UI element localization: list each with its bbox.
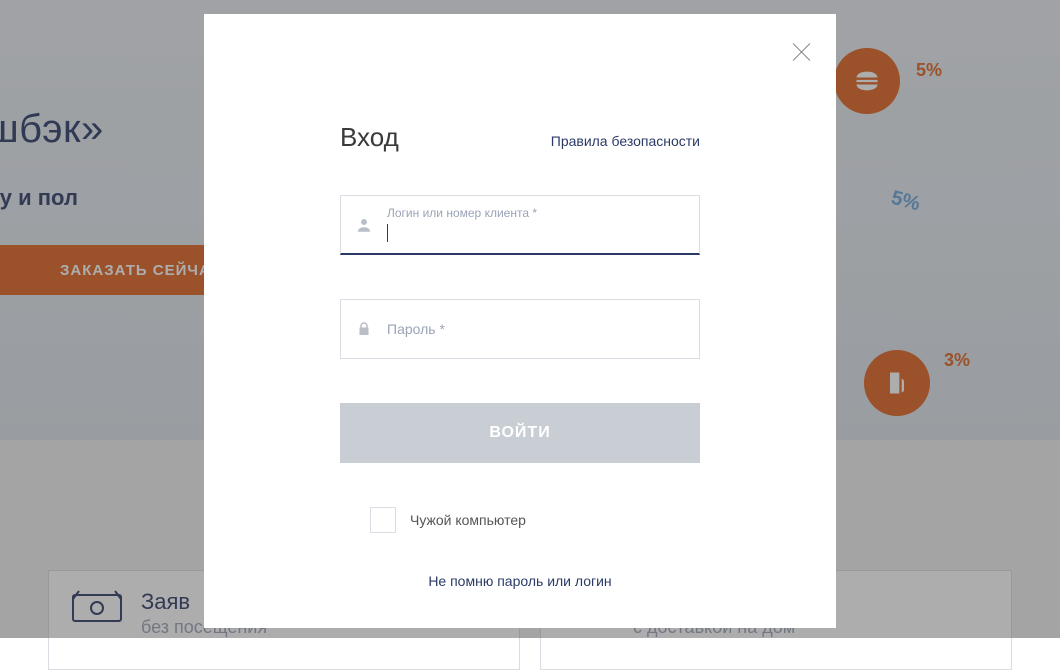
login-input[interactable]: [387, 221, 683, 238]
login-label: Логин или номер клиента *: [387, 206, 537, 220]
lock-icon: [355, 320, 373, 338]
close-icon[interactable]: [790, 40, 814, 64]
modal-title: Вход: [340, 122, 399, 153]
login-modal: Вход Правила безопасности Логин или номе…: [204, 14, 836, 628]
user-icon: [355, 216, 373, 234]
forgot-link[interactable]: Не помню пароль или логин: [340, 573, 700, 589]
modal-header: Вход Правила безопасности: [340, 122, 700, 153]
foreign-pc-row: Чужой компьютер: [340, 507, 700, 533]
submit-button[interactable]: ВОЙТИ: [340, 403, 700, 463]
text-caret: [387, 224, 388, 242]
foreign-pc-checkbox[interactable]: [370, 507, 396, 533]
security-rules-link[interactable]: Правила безопасности: [551, 133, 700, 149]
password-field[interactable]: Пароль *: [340, 299, 700, 359]
login-field[interactable]: Логин или номер клиента *: [340, 195, 700, 255]
password-label: Пароль *: [387, 321, 445, 337]
foreign-pc-label: Чужой компьютер: [410, 512, 526, 528]
